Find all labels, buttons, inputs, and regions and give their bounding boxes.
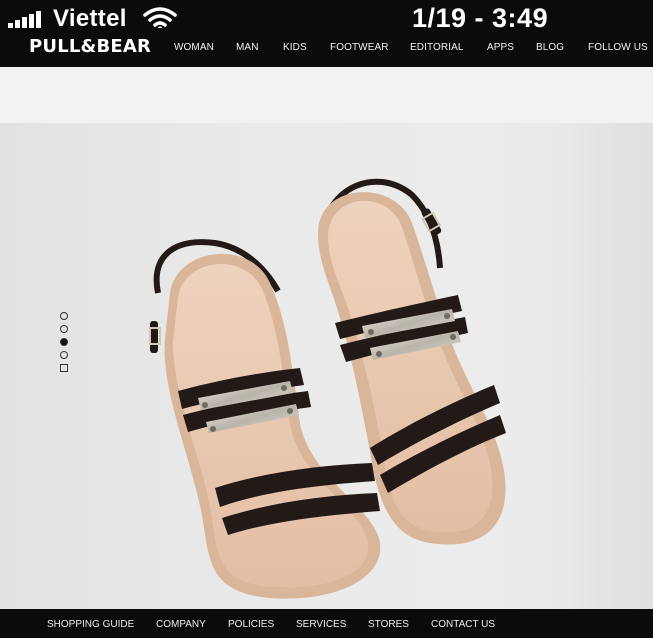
nav-item-kids[interactable]: KIDS (283, 42, 307, 53)
right-sandal (318, 178, 506, 545)
nav-item-man[interactable]: MAN (236, 42, 259, 53)
brand-logo[interactable]: PULL&BEAR (29, 36, 151, 57)
footer-link-company[interactable]: COMPANY (156, 619, 206, 630)
carousel-dot-3-active[interactable] (60, 338, 68, 346)
header-spacer (0, 67, 653, 123)
main-nav: PULL&BEAR WOMAN MAN KIDS FOOTWEAR EDITOR… (0, 28, 653, 67)
nav-item-apps[interactable]: APPS (487, 42, 514, 53)
footer-link-services[interactable]: SERVICES (296, 619, 346, 630)
footer-link-contact-us[interactable]: CONTACT US (431, 619, 495, 630)
nav-item-blog[interactable]: BLOG (536, 42, 564, 53)
signal-bars-icon (8, 11, 41, 29)
nav-item-editorial[interactable]: EDITORIAL (410, 42, 464, 53)
sandals-illustration (149, 178, 506, 599)
carousel-dot-4[interactable] (60, 351, 68, 359)
carousel-dot-1[interactable] (60, 312, 68, 320)
product-image (0, 123, 653, 609)
footer-nav: SHOPPING GUIDE COMPANY POLICIES SERVICES… (0, 609, 653, 638)
nav-item-woman[interactable]: WOMAN (174, 42, 214, 53)
footer-link-stores[interactable]: STORES (368, 619, 409, 630)
nav-item-follow-us[interactable]: FOLLOW US (588, 42, 648, 53)
carousel-dot-2[interactable] (60, 325, 68, 333)
footer-link-policies[interactable]: POLICIES (228, 619, 274, 630)
carousel-dot-5[interactable] (60, 364, 68, 372)
nav-item-footwear[interactable]: FOOTWEAR (330, 42, 389, 53)
footer-link-shopping-guide[interactable]: SHOPPING GUIDE (47, 619, 134, 630)
